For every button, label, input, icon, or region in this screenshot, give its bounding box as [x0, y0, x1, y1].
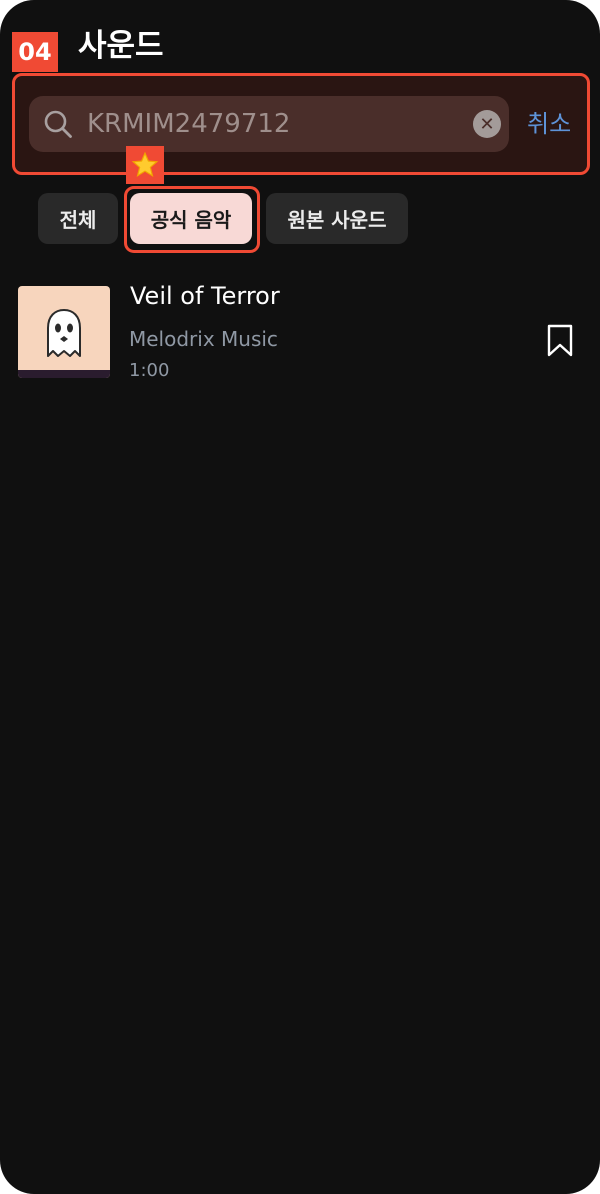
- track-duration: 1:00: [129, 360, 170, 381]
- track-album-art: [18, 286, 110, 378]
- filter-chip-original-sound[interactable]: 원본 사운드: [266, 193, 408, 244]
- star-icon: [126, 146, 164, 184]
- search-icon: [44, 110, 72, 138]
- search-input[interactable]: [87, 104, 457, 144]
- search-bar-highlight: ✕ 취소: [12, 73, 590, 175]
- page-title: 사운드: [78, 28, 164, 64]
- track-list-item[interactable]: Veil of Terror Melodrix Music 1:00: [0, 280, 600, 390]
- track-title: Veil of Terror: [130, 282, 280, 310]
- track-artist: Melodrix Music: [129, 327, 278, 351]
- ghost-icon: [47, 309, 81, 357]
- cancel-button[interactable]: 취소: [527, 104, 571, 139]
- bookmark-icon[interactable]: [546, 324, 574, 358]
- filter-chip-all[interactable]: 전체: [38, 193, 118, 244]
- phone-screen: 04 사운드 ✕ 취소 전체 공식 음악 원본 사운드: [0, 0, 600, 1194]
- search-box[interactable]: ✕: [29, 96, 509, 152]
- filter-chip-highlight: [124, 186, 260, 253]
- close-circle-icon[interactable]: ✕: [473, 110, 501, 138]
- step-badge: 04: [12, 32, 58, 72]
